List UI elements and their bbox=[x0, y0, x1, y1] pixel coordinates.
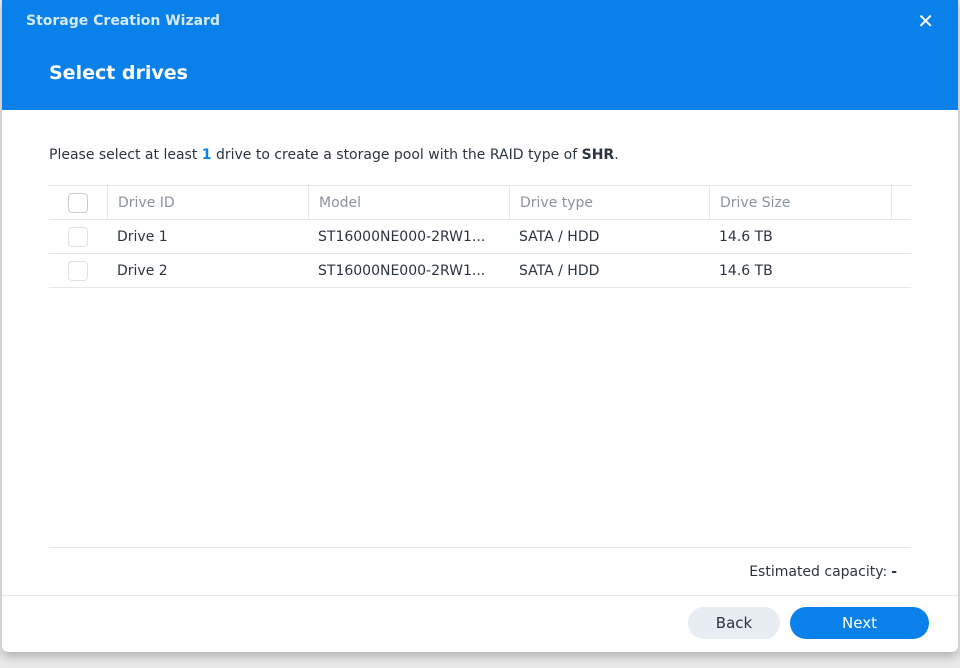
drive-model: ST16000NE000-2RW1... bbox=[318, 262, 486, 279]
dialog-header: Storage Creation Wizard ✕ Select drives bbox=[2, 0, 958, 110]
column-drive-id[interactable]: Drive ID bbox=[107, 186, 308, 219]
instruction-middle: drive to create a storage pool with the … bbox=[211, 147, 582, 163]
drive-size: 14.6 TB bbox=[719, 228, 773, 245]
column-spacer bbox=[891, 186, 911, 219]
row-checkbox[interactable] bbox=[68, 260, 88, 281]
capacity-value: - bbox=[891, 564, 897, 580]
table-row[interactable]: Drive 2 ST16000NE000-2RW1... SATA / HDD … bbox=[49, 254, 911, 288]
raid-type: SHR bbox=[581, 147, 615, 163]
column-drive-size[interactable]: Drive Size bbox=[709, 186, 891, 219]
window-title: Storage Creation Wizard bbox=[26, 13, 220, 29]
back-button[interactable]: Back bbox=[688, 607, 780, 639]
select-all-checkbox[interactable] bbox=[68, 192, 88, 213]
divider bbox=[49, 547, 911, 548]
row-checkbox[interactable] bbox=[68, 226, 88, 247]
drive-size: 14.6 TB bbox=[719, 262, 773, 279]
close-icon[interactable]: ✕ bbox=[917, 9, 934, 33]
step-title: Select drives bbox=[49, 62, 188, 84]
drive-id: Drive 1 bbox=[117, 228, 168, 245]
storage-wizard-dialog: Storage Creation Wizard ✕ Select drives … bbox=[2, 0, 958, 652]
instruction-suffix: . bbox=[614, 147, 619, 163]
capacity-label: Estimated capacity: bbox=[749, 564, 888, 580]
next-button[interactable]: Next bbox=[790, 607, 929, 639]
column-model[interactable]: Model bbox=[308, 186, 509, 219]
instruction-prefix: Please select at least bbox=[49, 147, 202, 163]
drive-table: Drive ID Model Drive type Drive Size Dri… bbox=[49, 185, 911, 288]
table-row[interactable]: Drive 1 ST16000NE000-2RW1... SATA / HDD … bbox=[49, 220, 911, 254]
drive-id: Drive 2 bbox=[117, 262, 168, 279]
min-drive-count: 1 bbox=[201, 147, 212, 163]
estimated-capacity: Estimated capacity: - bbox=[749, 564, 897, 580]
drive-type: SATA / HDD bbox=[519, 262, 600, 279]
footer-divider bbox=[2, 595, 958, 596]
column-drive-type[interactable]: Drive type bbox=[509, 186, 709, 219]
drive-model: ST16000NE000-2RW1... bbox=[318, 228, 486, 245]
drive-type: SATA / HDD bbox=[519, 228, 600, 245]
table-header: Drive ID Model Drive type Drive Size bbox=[49, 186, 911, 220]
instruction-text: Please select at least 1 drive to create… bbox=[49, 147, 619, 163]
